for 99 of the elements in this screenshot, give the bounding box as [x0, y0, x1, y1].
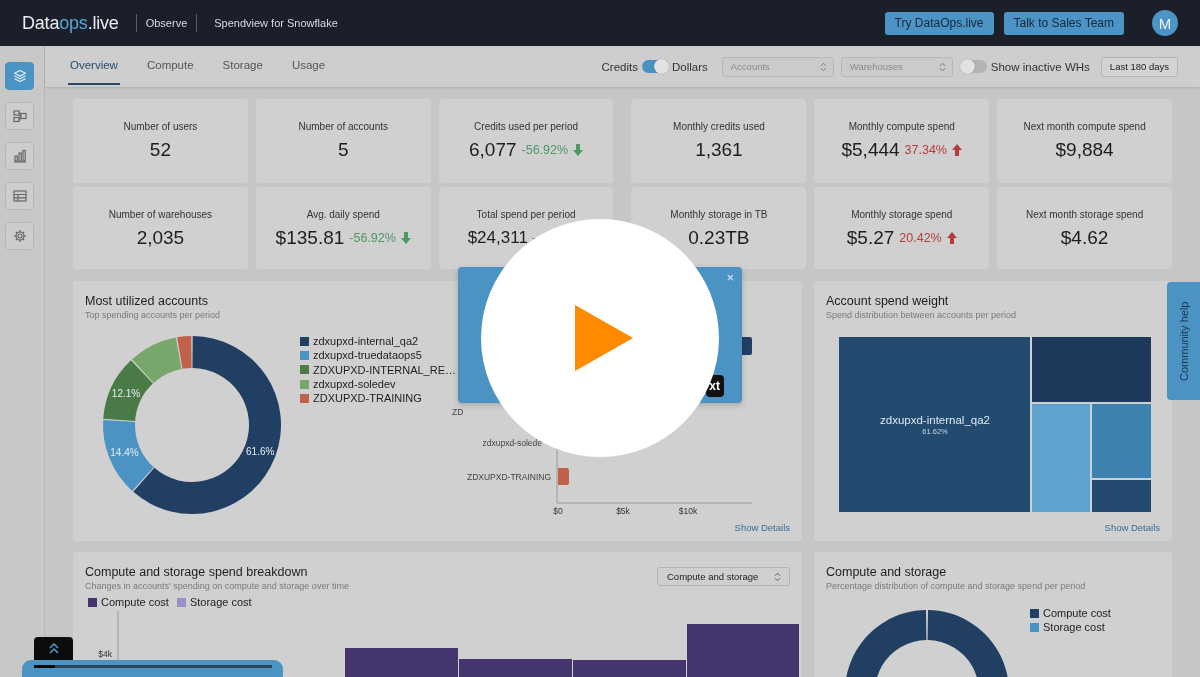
slice-label: 12.1%	[111, 388, 141, 400]
play-icon	[575, 305, 633, 371]
kpi-value: $9,884	[1055, 139, 1114, 161]
axis-tick-label: $0	[553, 506, 563, 516]
kpi-label: Next month storage spend	[1025, 209, 1144, 221]
card-title: Most utilized accounts	[85, 294, 209, 309]
legend-label: zdxupxd-internal_qa2	[313, 335, 419, 348]
kpi-value: 2,035	[136, 227, 185, 249]
chevron-updown-icon	[774, 571, 781, 582]
kpi-label: Monthly storage in TB	[670, 209, 768, 221]
tile-label: zdxupxd-internal_qa2	[880, 414, 990, 426]
legend-label: zdxupxd-soledev	[313, 378, 396, 391]
toggle-label: Dollars	[672, 60, 708, 73]
kpi-value: 1,361	[695, 139, 743, 161]
header-button[interactable]: Talk to Sales Team	[1003, 11, 1124, 35]
tab[interactable]: Overview	[68, 46, 120, 85]
treemap-tile	[1092, 480, 1151, 512]
progress-track[interactable]	[34, 665, 272, 668]
kpi-value: 0.23TB	[688, 227, 750, 249]
kpi-value: $24,311	[467, 228, 528, 248]
show-details-link[interactable]: Show Details	[734, 521, 790, 533]
kpi-label: Credits used per period	[474, 121, 579, 133]
kpi-value: $4.62	[1060, 227, 1109, 249]
kpi-label: Next month compute spend	[1023, 121, 1146, 133]
card-subtitle: Changes in accounts' spending on compute and storage over time	[85, 580, 349, 592]
filter-select[interactable]: Warehouses	[840, 56, 953, 77]
legend-label: ZDXUPXD-TRAINING	[313, 392, 422, 405]
card-title: Compute and storage	[826, 565, 948, 580]
card-subtitle: Top spending accounts per period	[85, 309, 222, 321]
legend-label: ZDXUPXD-INTERNAL_RE…	[313, 363, 457, 376]
chevron-updown-icon	[819, 61, 827, 72]
kpi-value: 6,077	[469, 139, 517, 161]
close-button[interactable]: ×	[724, 271, 736, 285]
bar-label: ZD	[452, 407, 464, 417]
kpi-value: 52	[149, 139, 171, 161]
filter-select[interactable]: Accounts	[721, 56, 834, 77]
bar-label: zdxupxd-solede	[482, 438, 542, 448]
layout-icon	[12, 109, 27, 123]
legend-label: Storage cost	[189, 596, 252, 608]
kpi-label: Monthly storage spend	[851, 209, 953, 221]
toggle-label: Credits	[601, 60, 638, 73]
kpi-value: 5	[337, 139, 349, 161]
breadcrumb-link[interactable]: Observe	[145, 17, 188, 29]
logo: Dataops.live	[22, 12, 119, 34]
table-icon	[12, 189, 27, 203]
card-title: Account spend weight	[826, 294, 950, 309]
tab[interactable]: Usage	[289, 46, 328, 85]
bar-chart-bar	[742, 337, 752, 355]
chevron-updown-icon	[938, 61, 946, 72]
chart-type-select[interactable]: Compute and storage	[657, 567, 790, 586]
community-help-tab[interactable]: Community help	[1167, 282, 1200, 400]
card-subtitle: Spend distribution between accounts per period	[826, 309, 1018, 321]
kpi-change: -	[531, 231, 537, 245]
sidebar-item[interactable]	[5, 102, 34, 130]
kpi-change: 20.42%	[899, 231, 942, 245]
layers-icon	[12, 69, 27, 83]
card-title: Compute and storage spend breakdown	[85, 565, 309, 580]
legend-label: Compute cost	[101, 596, 169, 608]
kpi-label: Number of warehouses	[108, 209, 213, 221]
kpi-label: Avg. daily spend	[306, 209, 380, 221]
kpi-label: Number of accounts	[298, 121, 388, 133]
kpi-change: 37.34%	[904, 143, 947, 157]
period-button[interactable]: Last 180 days	[1100, 56, 1178, 77]
bar-chart-bar	[558, 468, 569, 485]
user-avatar[interactable]: M	[1152, 10, 1178, 36]
unit-toggle[interactable]	[642, 60, 668, 73]
axis-tick-label: $10k	[678, 506, 698, 516]
kpi-label: Monthly credits used	[673, 121, 765, 133]
expand-button[interactable]	[34, 637, 73, 660]
kpi-value: $5.27	[846, 227, 895, 249]
legend-label: zdxupxd-truedataops5	[313, 349, 422, 362]
kpi-label: Total spend per period	[476, 209, 576, 221]
show-details-link[interactable]: Show Details	[1104, 521, 1160, 533]
double-chevron-up-icon	[48, 643, 59, 654]
kpi-value: $135.81	[275, 227, 345, 249]
axis-tick-label: $4k	[98, 649, 112, 659]
kpi-change: -56.92%	[349, 231, 396, 245]
tab[interactable]: Compute	[144, 46, 196, 85]
sidebar-item[interactable]	[5, 142, 34, 170]
toggle-label: Show inactive WHs	[990, 60, 1090, 73]
kpi-label: Number of users	[123, 121, 198, 133]
axis-tick-label: $5k	[616, 506, 630, 516]
sidebar-item[interactable]	[5, 222, 34, 250]
settings-icon	[12, 229, 27, 243]
tab[interactable]: Storage	[220, 46, 265, 85]
slice-label: 14.4%	[110, 447, 139, 459]
kpi-value: $5,444	[841, 139, 900, 161]
kpi-change: -56.92%	[521, 143, 569, 157]
slice-label: 61.6%	[246, 445, 275, 457]
page-title: Spendview for Snowflake	[214, 17, 338, 29]
sidebar-item[interactable]	[5, 62, 34, 90]
card-subtitle: Percentage distribution of compute and storage spend per period	[826, 580, 1087, 592]
sidebar-item[interactable]	[5, 182, 34, 210]
legend-label: Storage cost	[1043, 621, 1105, 634]
bar-label: ZDXUPXD-TRAINING	[466, 472, 551, 482]
bar-chart-icon	[12, 149, 27, 163]
header-button[interactable]: Try DataOps.live	[884, 11, 994, 35]
legend-label: Compute cost	[1043, 607, 1111, 620]
kpi-label: Monthly compute spend	[848, 121, 955, 133]
